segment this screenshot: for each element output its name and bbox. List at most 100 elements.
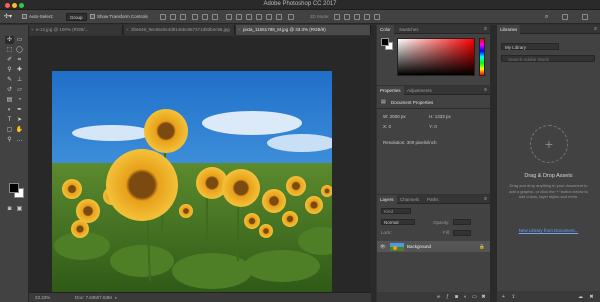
brush-tool-icon[interactable]: ✎ (5, 76, 14, 84)
blur-tool-icon[interactable]: ◔ (15, 96, 24, 104)
tab-properties[interactable]: Properties (377, 86, 404, 95)
adjustment-layer-icon[interactable]: ◐ (462, 294, 469, 300)
quick-select-tool-icon[interactable]: ✐ (5, 56, 14, 64)
tab-swatches[interactable]: Swatches (396, 25, 422, 34)
3d-scale-icon[interactable] (374, 14, 380, 20)
blend-mode-select[interactable]: Normal (381, 219, 415, 225)
tab-document-2[interactable]: × 2be648_9ec65c9c4d9146bc867371d8db4c96.j… (124, 25, 235, 35)
panel-menu-icon[interactable]: ≡ (484, 86, 487, 95)
zoom-tool-icon[interactable]: ⚲ (5, 136, 14, 144)
tab-adjustments[interactable]: Adjustments (404, 86, 435, 95)
tab-document-3[interactable]: × pixta_11561788_M.jpg @ 33.3% (RGB/8) (236, 25, 371, 35)
auto-select-option[interactable]: Auto-Select: (22, 13, 54, 21)
link-layers-icon[interactable]: ∞ (435, 294, 442, 300)
library-select[interactable]: My Library (501, 43, 559, 50)
eraser-tool-icon[interactable]: ▱ (15, 86, 24, 94)
delete-icon[interactable]: ✖ (588, 294, 595, 300)
color-foreground-swatch[interactable] (381, 38, 389, 46)
align-hcenter-icon[interactable] (202, 14, 208, 20)
add-content-icon[interactable]: + (500, 294, 507, 300)
search-icon[interactable]: ⌕ (545, 13, 548, 21)
filter-kind-select[interactable]: Kind (381, 208, 411, 214)
history-brush-tool-icon[interactable]: ↺ (5, 86, 14, 94)
3d-slide-icon[interactable] (364, 14, 370, 20)
align-vcenter-icon[interactable] (170, 14, 176, 20)
cloud-icon[interactable]: ☁ (577, 294, 584, 300)
mask-icon[interactable]: ◙ (453, 294, 460, 300)
canvas-area[interactable] (29, 36, 371, 293)
show-transform-checkbox[interactable] (90, 14, 95, 20)
panel-menu-icon[interactable]: ≡ (484, 25, 487, 34)
tab-layers[interactable]: Layers (377, 195, 397, 204)
stock-search-input[interactable]: Search Adobe Stock (501, 55, 595, 62)
panel-menu-icon[interactable]: ≡ (484, 195, 487, 204)
3d-pan-icon[interactable] (354, 14, 360, 20)
crop-tool-icon[interactable]: ⌗ (15, 56, 24, 64)
document-canvas[interactable] (52, 71, 332, 293)
shape-tool-icon[interactable]: ▢ (5, 126, 14, 134)
workspace-icon[interactable] (562, 14, 568, 20)
tab-libraries[interactable]: Libraries (497, 25, 521, 34)
delete-layer-icon[interactable]: ✖ (480, 294, 487, 300)
screen-mode-icon[interactable]: ▣ (15, 205, 24, 213)
auto-align-icon[interactable] (288, 14, 294, 20)
move-tool-preset-icon[interactable]: ✣▾ (4, 13, 12, 21)
close-tab-icon[interactable]: × (31, 25, 34, 35)
foreground-color-swatch[interactable] (9, 183, 19, 193)
status-arrow-icon[interactable]: ▸ (115, 293, 117, 302)
add-asset-icon[interactable]: + (530, 125, 568, 163)
artboard-tool-icon[interactable]: ▭ (15, 36, 24, 44)
tab-document-1[interactable]: × e-12.jpg @ 100% (RGB/... (29, 25, 123, 35)
fx-icon[interactable]: ƒ (444, 294, 451, 300)
share-icon[interactable] (582, 14, 588, 20)
align-right-icon[interactable] (212, 14, 218, 20)
distribute-left-icon[interactable] (256, 14, 262, 20)
auto-select-checkbox[interactable] (22, 14, 27, 20)
opacity-field[interactable] (453, 219, 471, 225)
align-left-icon[interactable] (192, 14, 198, 20)
align-top-icon[interactable] (160, 14, 166, 20)
tab-channels[interactable]: Channels (397, 195, 422, 204)
upload-icon[interactable]: ⇪ (510, 294, 517, 300)
pen-tool-icon[interactable]: ✒ (15, 106, 24, 114)
3d-orbit-icon[interactable] (334, 14, 340, 20)
show-transform-option[interactable]: Show Transform Controls (90, 13, 148, 21)
lasso-tool-icon[interactable]: ◯ (15, 46, 24, 54)
layer-row-background[interactable]: 👁 Background 🔒 (377, 241, 490, 252)
align-bottom-icon[interactable] (180, 14, 186, 20)
tab-color[interactable]: Color (377, 25, 394, 34)
clone-stamp-tool-icon[interactable]: ⊥ (15, 76, 24, 84)
fill-field[interactable] (453, 229, 471, 236)
close-tab-icon[interactable]: × (126, 25, 129, 35)
document-size[interactable]: Doc: 7.63M/7.63M (75, 293, 112, 302)
width-value[interactable]: W: 2000 px (383, 114, 406, 119)
auto-select-dropdown[interactable]: Group (66, 13, 87, 21)
eyedropper-tool-icon[interactable]: ⚲ (5, 66, 14, 74)
visibility-eye-icon[interactable]: 👁 (380, 244, 386, 250)
type-tool-icon[interactable]: T (5, 116, 14, 124)
tab-paths[interactable]: Paths (424, 195, 442, 204)
x-value[interactable]: X: 0 (383, 124, 391, 129)
move-tool-icon[interactable]: ✣ (5, 36, 14, 44)
more-tools-icon[interactable]: … (15, 136, 24, 144)
3d-roll-icon[interactable] (344, 14, 350, 20)
marquee-tool-icon[interactable]: ⬚ (5, 46, 14, 54)
dodge-tool-icon[interactable]: ◐ (5, 106, 14, 114)
distribute-right-icon[interactable] (276, 14, 282, 20)
healing-brush-tool-icon[interactable]: ✚ (15, 66, 24, 74)
close-tab-icon[interactable]: × (238, 25, 241, 35)
distribute-hcenter-icon[interactable] (266, 14, 272, 20)
height-value[interactable]: H: 1333 px (429, 114, 451, 119)
path-select-tool-icon[interactable]: ➤ (15, 116, 24, 124)
hue-slider[interactable] (479, 38, 485, 76)
y-value[interactable]: Y: 0 (429, 124, 437, 129)
color-field[interactable] (397, 38, 475, 76)
distribute-top-icon[interactable] (226, 14, 232, 20)
new-group-icon[interactable]: ▭ (471, 294, 478, 300)
hand-tool-icon[interactable]: ✋ (15, 126, 24, 134)
layer-name[interactable]: Background (407, 244, 431, 249)
panel-menu-icon[interactable]: ≡ (594, 25, 597, 34)
zoom-level[interactable]: 33.33% (35, 293, 50, 302)
distribute-vcenter-icon[interactable] (236, 14, 242, 20)
quick-mask-icon[interactable]: ◙ (5, 205, 14, 213)
